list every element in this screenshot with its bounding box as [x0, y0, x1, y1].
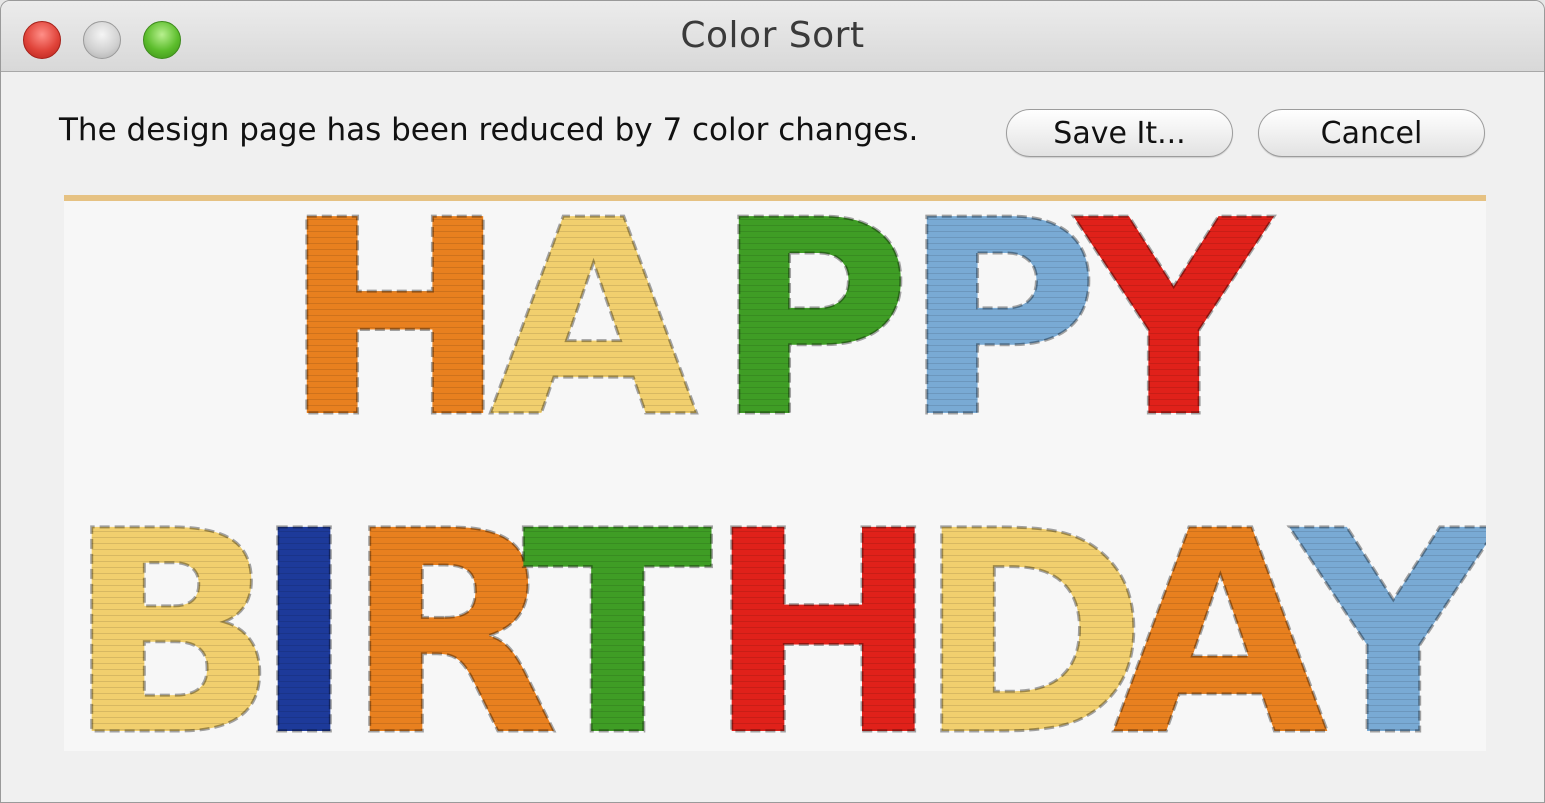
save-it-button[interactable]: Save It...	[1006, 109, 1233, 157]
design-preview: HHAAPPPPYY BBIIRRTTHHDDAAYY	[64, 195, 1486, 751]
embroidery-design: HHAA PPPPYY BBIIRRTTHHDDAAYY	[65, 201, 1487, 746]
letter-i-1: I	[252, 472, 356, 745]
cancel-button[interactable]: Cancel	[1258, 109, 1485, 157]
design-line-birthday: BBIIRRTTHHDDAAYY	[65, 471, 1487, 746]
letter-t-3: T	[522, 472, 715, 745]
design-line-happy: HHAA PPPPYY	[281, 201, 1276, 479]
letter-p-3: P	[902, 201, 1100, 477]
letter-y-7: Y	[1288, 472, 1486, 745]
color-sort-window: Color Sort The design page has been redu…	[0, 0, 1545, 803]
letter-h-0: H	[282, 201, 508, 477]
letter-b-0: B	[66, 472, 279, 745]
letter-y-4: Y	[1072, 201, 1275, 477]
dialog-content: The design page has been reduced by 7 co…	[1, 72, 1544, 802]
letter-h-4: H	[706, 472, 940, 745]
window-title: Color Sort	[680, 15, 865, 56]
title-bar: Color Sort	[1, 1, 1544, 72]
status-message: The design page has been reduced by 7 co…	[59, 112, 919, 148]
letter-p-2: P	[714, 201, 912, 477]
letter-a-1: A	[489, 201, 700, 477]
